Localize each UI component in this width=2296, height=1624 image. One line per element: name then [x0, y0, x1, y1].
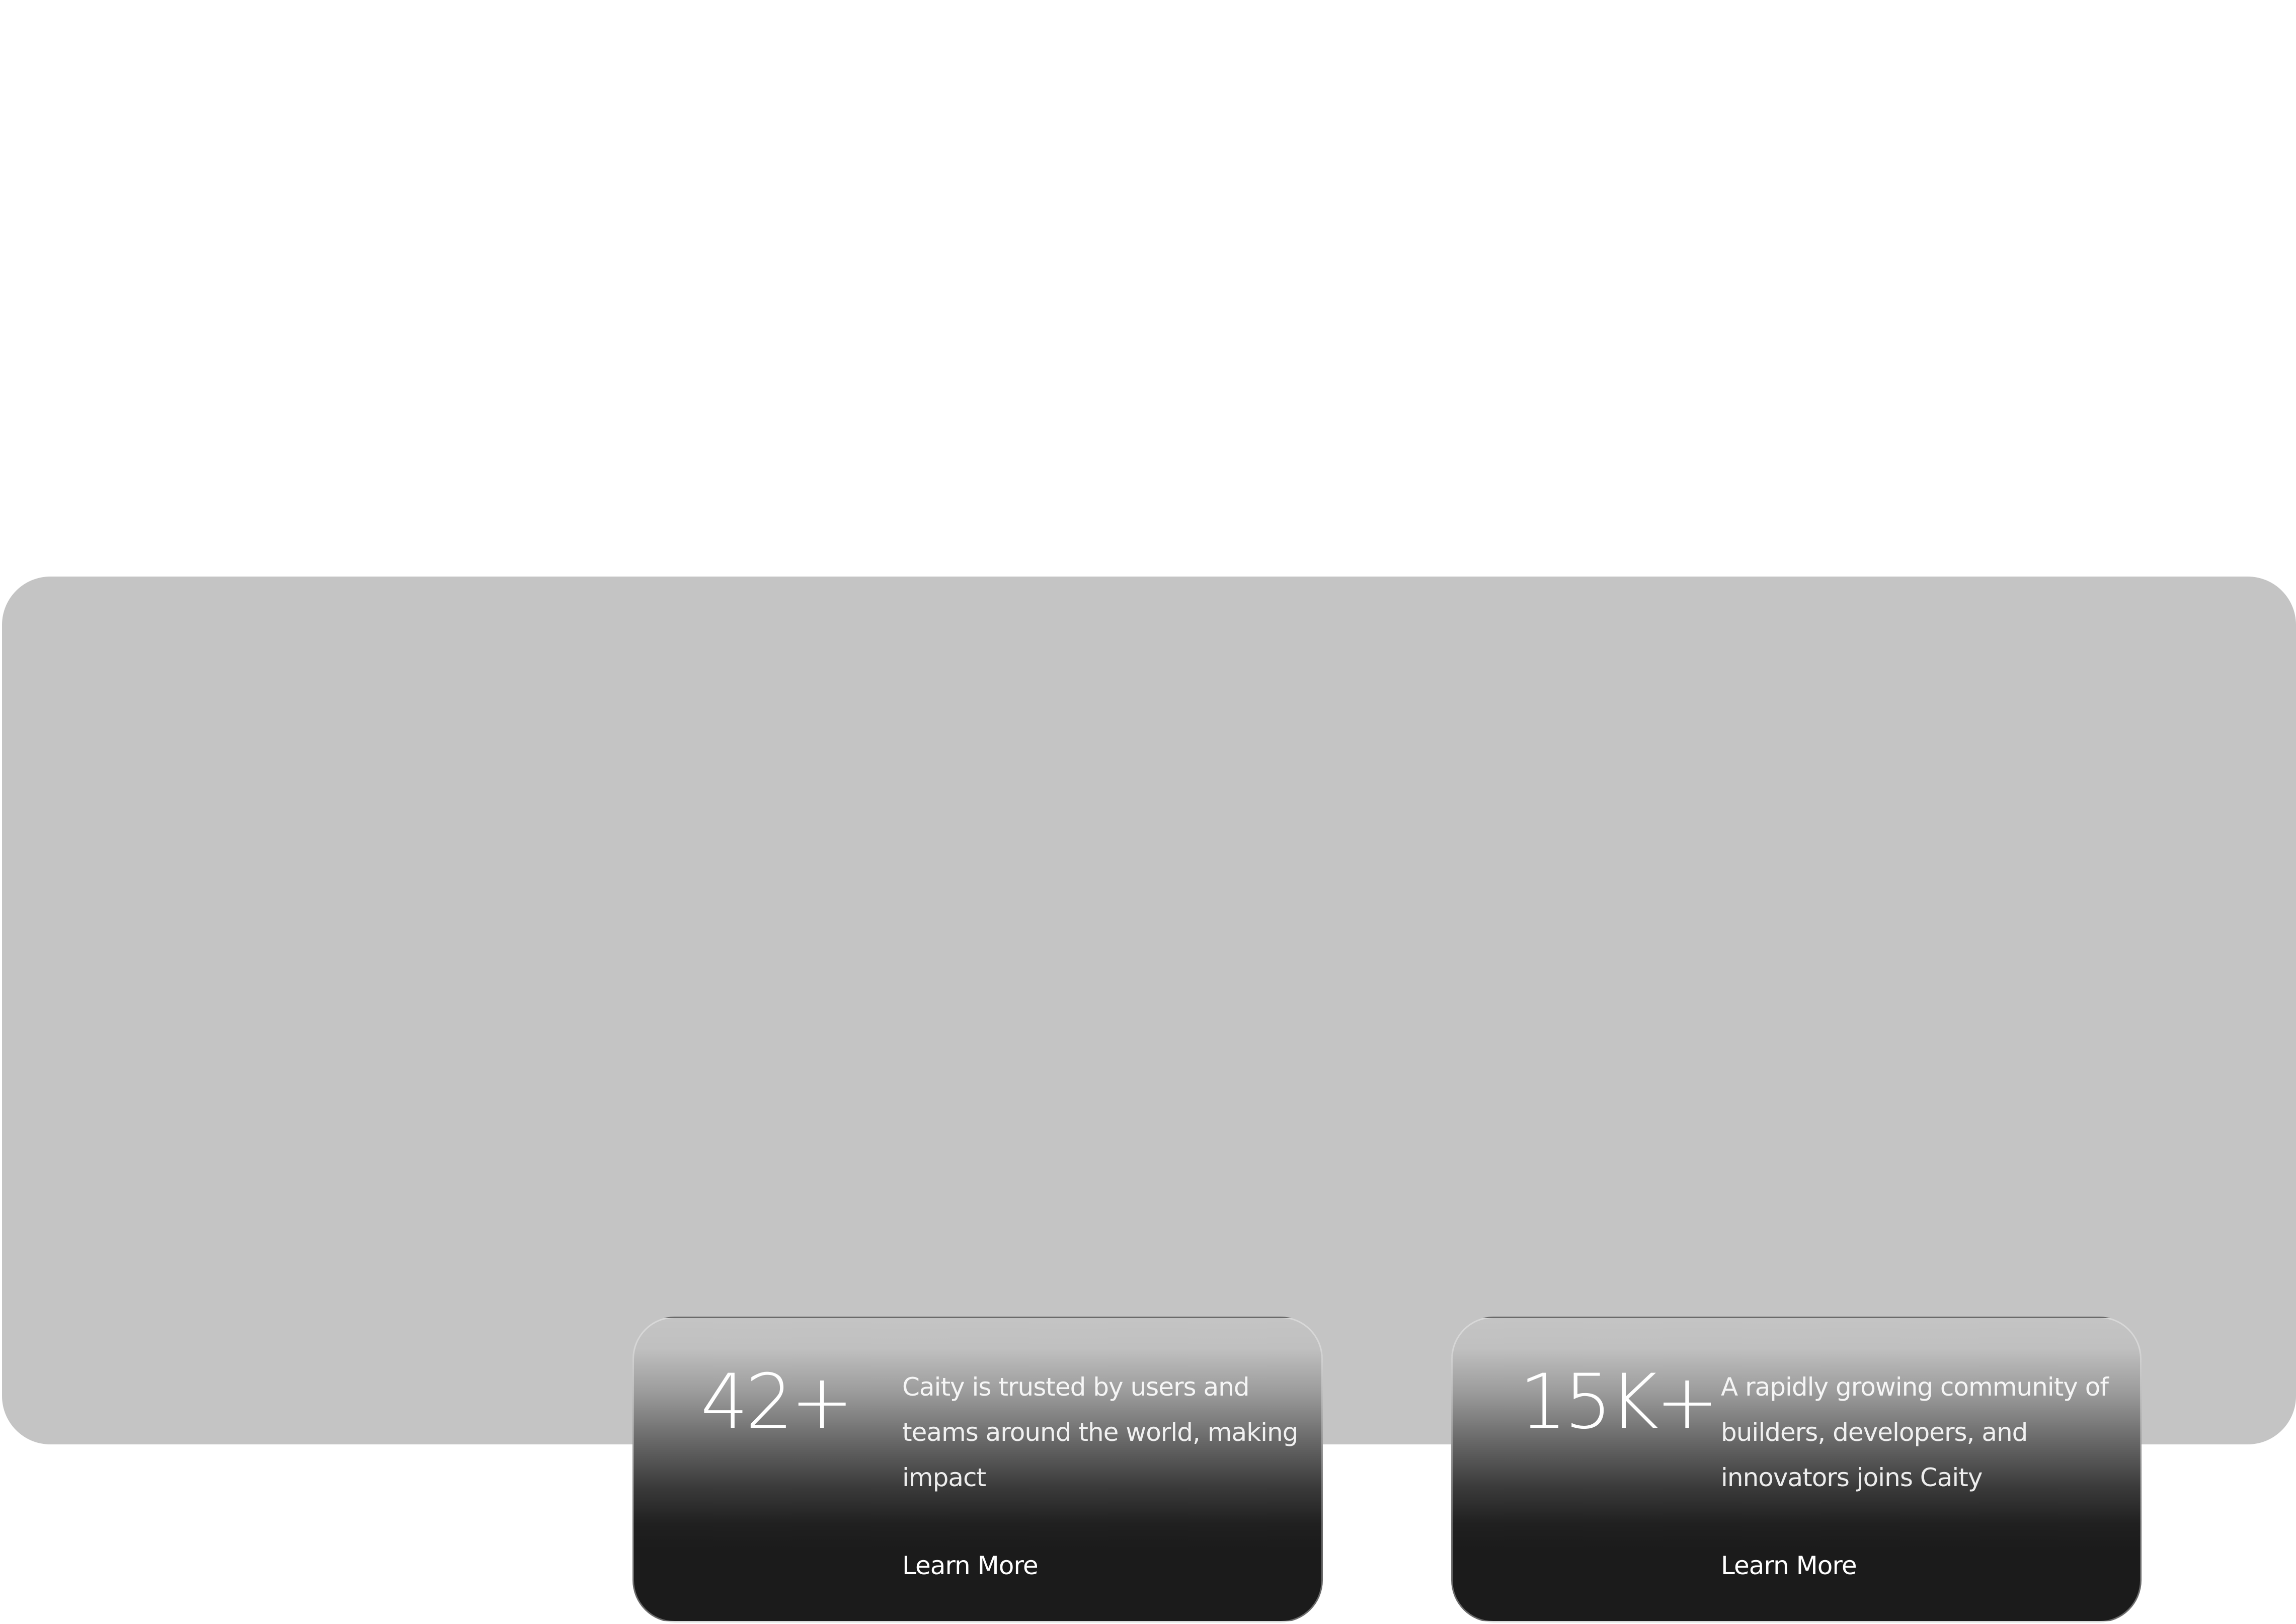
stat-card-users: 42+ Caity is trusted by users and teams … [632, 1317, 1323, 1622]
play-icon [159, 1589, 269, 1624]
page: 42+ Caity is trusted by users and teams … [0, 0, 2296, 1624]
learn-more-link[interactable]: Learn More [902, 1551, 1039, 1581]
stat-description: Caity is trusted by users and teams arou… [902, 1372, 1298, 1492]
stat-card-community: 15K+ A rapidly growing community of buil… [1451, 1317, 2142, 1622]
learn-more-link[interactable]: Learn More [1721, 1551, 1857, 1581]
stat-value: 15K+ [1519, 1358, 1719, 1446]
hero-media-panel [2, 577, 2296, 1624]
stat-description: A rapidly growing community of builders,… [1721, 1372, 2109, 1492]
stat-value: 42+ [700, 1358, 854, 1446]
play-video-button[interactable] [157, 1587, 271, 1624]
